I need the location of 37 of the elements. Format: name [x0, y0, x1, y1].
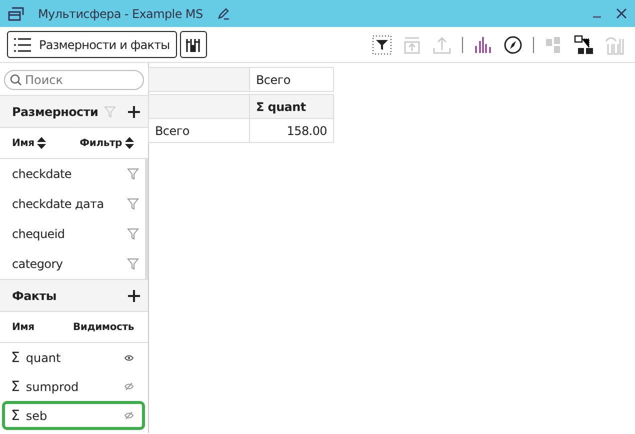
hidden-eye-icon[interactable] — [124, 411, 134, 420]
compass-icon[interactable] — [503, 34, 523, 54]
pencil-icon[interactable] — [216, 7, 230, 20]
dimension-name: category — [12, 257, 63, 271]
dimension-name: checkdate — [12, 167, 72, 181]
column-header: Фильтр — [80, 138, 122, 148]
columns-button[interactable] — [180, 31, 207, 58]
columns-icon — [185, 36, 202, 52]
fact-item[interactable]: Σ sumprod — [2, 372, 145, 401]
table-cell: Всего — [148, 118, 250, 143]
dimension-name: chequeid — [12, 227, 65, 241]
column-header: Имя — [12, 138, 34, 148]
dimension-name: checkdate дата — [12, 197, 104, 211]
window-title: Мультисфера - Example MS — [38, 6, 203, 20]
table-cell: 158.00 — [249, 118, 334, 143]
table-cell: Σ quant — [249, 94, 334, 119]
column-header: Видимость — [72, 322, 134, 332]
fact-item[interactable]: Σ quant — [2, 343, 145, 372]
close-icon[interactable] — [616, 8, 627, 19]
fact-item[interactable]: Σ seb — [2, 401, 145, 430]
dimensions-facts-button[interactable]: Размерности и факты — [7, 31, 177, 58]
hierarchy-icon[interactable] — [574, 34, 594, 54]
add-icon[interactable] — [128, 106, 140, 118]
search-field[interactable]: Поиск — [4, 70, 144, 90]
section-title: Размерности — [12, 104, 98, 118]
section-title: Факты — [12, 288, 56, 302]
hidden-eye-icon[interactable] — [124, 382, 134, 391]
sort-icon[interactable] — [125, 137, 134, 149]
windows-icon — [8, 6, 24, 20]
eye-icon[interactable] — [124, 354, 134, 362]
table-cell: Всего — [249, 67, 334, 92]
column-header: Имя — [12, 322, 34, 332]
add-icon[interactable] — [128, 290, 140, 302]
menu-icon — [14, 38, 31, 52]
filter-icon[interactable] — [372, 34, 392, 54]
bar-chart-icon[interactable] — [473, 34, 493, 54]
sort-icon[interactable] — [37, 137, 46, 149]
